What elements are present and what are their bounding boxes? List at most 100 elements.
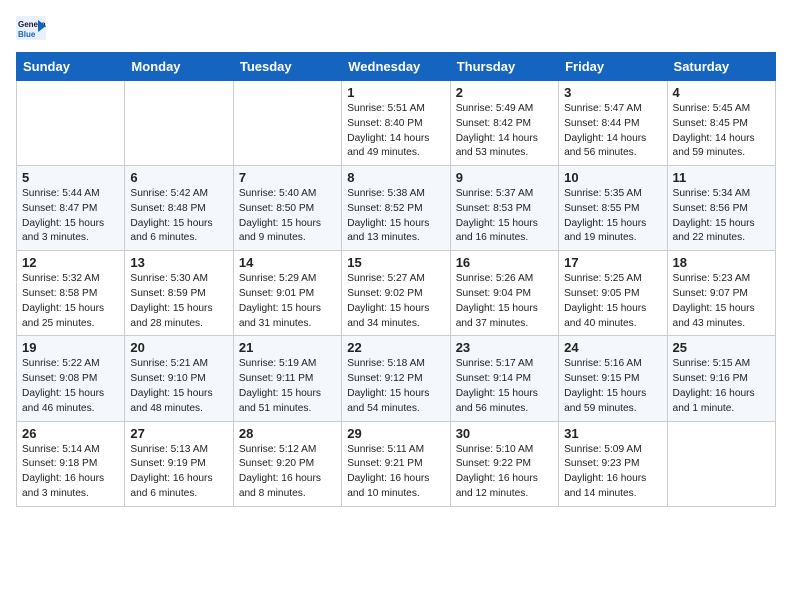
- day-info: Sunrise: 5:22 AM Sunset: 9:08 PM Dayligh…: [22, 357, 119, 416]
- weekday-header-wednesday: Wednesday: [342, 53, 450, 81]
- calendar-cell: 11 Sunrise: 5:34 AM Sunset: 8:56 PM Dayli…: [667, 166, 775, 251]
- calendar-cell: 4 Sunrise: 5:45 AM Sunset: 8:45 PM Daylig…: [667, 81, 775, 166]
- calendar-cell: 3 Sunrise: 5:47 AM Sunset: 8:44 PM Daylig…: [559, 81, 667, 166]
- weekday-header-tuesday: Tuesday: [233, 53, 341, 81]
- day-number: 11: [673, 170, 770, 185]
- day-info: Sunrise: 5:49 AM Sunset: 8:42 PM Dayligh…: [456, 102, 553, 161]
- day-info: Sunrise: 5:12 AM Sunset: 9:20 PM Dayligh…: [239, 443, 336, 502]
- day-info: Sunrise: 5:51 AM Sunset: 8:40 PM Dayligh…: [347, 102, 444, 161]
- day-number: 3: [564, 85, 661, 100]
- day-info: Sunrise: 5:32 AM Sunset: 8:58 PM Dayligh…: [22, 272, 119, 331]
- calendar-cell: 7 Sunrise: 5:40 AM Sunset: 8:50 PM Daylig…: [233, 166, 341, 251]
- day-info: Sunrise: 5:18 AM Sunset: 9:12 PM Dayligh…: [347, 357, 444, 416]
- day-info: Sunrise: 5:14 AM Sunset: 9:18 PM Dayligh…: [22, 443, 119, 502]
- day-info: Sunrise: 5:09 AM Sunset: 9:23 PM Dayligh…: [564, 443, 661, 502]
- day-info: Sunrise: 5:35 AM Sunset: 8:55 PM Dayligh…: [564, 187, 661, 246]
- day-number: 20: [130, 340, 227, 355]
- day-number: 28: [239, 426, 336, 441]
- calendar-cell: [125, 81, 233, 166]
- calendar-table: SundayMondayTuesdayWednesdayThursdayFrid…: [16, 52, 776, 507]
- calendar-week-3: 12 Sunrise: 5:32 AM Sunset: 8:58 PM Dayli…: [17, 251, 776, 336]
- calendar-cell: 26 Sunrise: 5:14 AM Sunset: 9:18 PM Dayli…: [17, 421, 125, 506]
- day-number: 27: [130, 426, 227, 441]
- day-number: 4: [673, 85, 770, 100]
- day-number: 8: [347, 170, 444, 185]
- calendar-cell: 19 Sunrise: 5:22 AM Sunset: 9:08 PM Dayli…: [17, 336, 125, 421]
- logo: General Blue: [16, 16, 50, 40]
- calendar-cell: 17Sunrise: 5:25 AM Sunset: 9:05 PM Dayli…: [559, 251, 667, 336]
- calendar-cell: 22 Sunrise: 5:18 AM Sunset: 9:12 PM Dayli…: [342, 336, 450, 421]
- day-number: 18: [673, 255, 770, 270]
- day-info: Sunrise: 5:40 AM Sunset: 8:50 PM Dayligh…: [239, 187, 336, 246]
- weekday-header-sunday: Sunday: [17, 53, 125, 81]
- day-number: 31: [564, 426, 661, 441]
- calendar-cell: 5Sunrise: 5:44 AM Sunset: 8:47 PM Daylig…: [17, 166, 125, 251]
- day-info: Sunrise: 5:37 AM Sunset: 8:53 PM Dayligh…: [456, 187, 553, 246]
- day-info: Sunrise: 5:19 AM Sunset: 9:11 PM Dayligh…: [239, 357, 336, 416]
- day-info: Sunrise: 5:16 AM Sunset: 9:15 PM Dayligh…: [564, 357, 661, 416]
- day-number: 22: [347, 340, 444, 355]
- day-number: 16: [456, 255, 553, 270]
- day-info: Sunrise: 5:11 AM Sunset: 9:21 PM Dayligh…: [347, 443, 444, 502]
- calendar-cell: 28 Sunrise: 5:12 AM Sunset: 9:20 PM Dayli…: [233, 421, 341, 506]
- calendar-cell: 24Sunrise: 5:16 AM Sunset: 9:15 PM Dayli…: [559, 336, 667, 421]
- day-info: Sunrise: 5:15 AM Sunset: 9:16 PM Dayligh…: [673, 357, 770, 416]
- calendar-cell: [17, 81, 125, 166]
- calendar-week-5: 26 Sunrise: 5:14 AM Sunset: 9:18 PM Dayli…: [17, 421, 776, 506]
- day-number: 6: [130, 170, 227, 185]
- page-header: General Blue: [16, 16, 776, 40]
- day-number: 30: [456, 426, 553, 441]
- day-info: Sunrise: 5:13 AM Sunset: 9:19 PM Dayligh…: [130, 443, 227, 502]
- calendar-cell: 8Sunrise: 5:38 AM Sunset: 8:52 PM Daylig…: [342, 166, 450, 251]
- weekday-header-friday: Friday: [559, 53, 667, 81]
- calendar-cell: 2 Sunrise: 5:49 AM Sunset: 8:42 PM Daylig…: [450, 81, 558, 166]
- day-info: Sunrise: 5:26 AM Sunset: 9:04 PM Dayligh…: [456, 272, 553, 331]
- day-info: Sunrise: 5:44 AM Sunset: 8:47 PM Dayligh…: [22, 187, 119, 246]
- day-number: 13: [130, 255, 227, 270]
- calendar-cell: [233, 81, 341, 166]
- day-info: Sunrise: 5:30 AM Sunset: 8:59 PM Dayligh…: [130, 272, 227, 331]
- calendar-cell: 9Sunrise: 5:37 AM Sunset: 8:53 PM Daylig…: [450, 166, 558, 251]
- calendar-cell: 15Sunrise: 5:27 AM Sunset: 9:02 PM Dayli…: [342, 251, 450, 336]
- calendar-cell: 1 Sunrise: 5:51 AM Sunset: 8:40 PM Daylig…: [342, 81, 450, 166]
- calendar-cell: 31 Sunrise: 5:09 AM Sunset: 9:23 PM Dayli…: [559, 421, 667, 506]
- calendar-cell: 10 Sunrise: 5:35 AM Sunset: 8:55 PM Dayli…: [559, 166, 667, 251]
- day-number: 10: [564, 170, 661, 185]
- weekday-header-thursday: Thursday: [450, 53, 558, 81]
- day-info: Sunrise: 5:47 AM Sunset: 8:44 PM Dayligh…: [564, 102, 661, 161]
- day-info: Sunrise: 5:34 AM Sunset: 8:56 PM Dayligh…: [673, 187, 770, 246]
- day-number: 29: [347, 426, 444, 441]
- day-number: 26: [22, 426, 119, 441]
- day-number: 1: [347, 85, 444, 100]
- day-info: Sunrise: 5:42 AM Sunset: 8:48 PM Dayligh…: [130, 187, 227, 246]
- day-info: Sunrise: 5:23 AM Sunset: 9:07 PM Dayligh…: [673, 272, 770, 331]
- day-info: Sunrise: 5:45 AM Sunset: 8:45 PM Dayligh…: [673, 102, 770, 161]
- calendar-cell: 27 Sunrise: 5:13 AM Sunset: 9:19 PM Dayli…: [125, 421, 233, 506]
- calendar-cell: 6 Sunrise: 5:42 AM Sunset: 8:48 PM Daylig…: [125, 166, 233, 251]
- calendar-cell: 13 Sunrise: 5:30 AM Sunset: 8:59 PM Dayli…: [125, 251, 233, 336]
- svg-text:Blue: Blue: [18, 30, 36, 39]
- calendar-cell: 18 Sunrise: 5:23 AM Sunset: 9:07 PM Dayli…: [667, 251, 775, 336]
- calendar-cell: 21 Sunrise: 5:19 AM Sunset: 9:11 PM Dayli…: [233, 336, 341, 421]
- calendar-cell: 25Sunrise: 5:15 AM Sunset: 9:16 PM Dayli…: [667, 336, 775, 421]
- day-number: 15: [347, 255, 444, 270]
- day-info: Sunrise: 5:25 AM Sunset: 9:05 PM Dayligh…: [564, 272, 661, 331]
- logo-icon: General Blue: [16, 16, 46, 40]
- day-number: 21: [239, 340, 336, 355]
- calendar-week-4: 19 Sunrise: 5:22 AM Sunset: 9:08 PM Dayli…: [17, 336, 776, 421]
- day-info: Sunrise: 5:21 AM Sunset: 9:10 PM Dayligh…: [130, 357, 227, 416]
- calendar-cell: 12 Sunrise: 5:32 AM Sunset: 8:58 PM Dayli…: [17, 251, 125, 336]
- calendar-cell: 16 Sunrise: 5:26 AM Sunset: 9:04 PM Dayli…: [450, 251, 558, 336]
- day-number: 19: [22, 340, 119, 355]
- calendar-cell: [667, 421, 775, 506]
- day-number: 12: [22, 255, 119, 270]
- day-number: 7: [239, 170, 336, 185]
- calendar-cell: 20 Sunrise: 5:21 AM Sunset: 9:10 PM Dayli…: [125, 336, 233, 421]
- day-info: Sunrise: 5:17 AM Sunset: 9:14 PM Dayligh…: [456, 357, 553, 416]
- weekday-header-saturday: Saturday: [667, 53, 775, 81]
- calendar-cell: 23Sunrise: 5:17 AM Sunset: 9:14 PM Dayli…: [450, 336, 558, 421]
- calendar-week-2: 5Sunrise: 5:44 AM Sunset: 8:47 PM Daylig…: [17, 166, 776, 251]
- day-number: 2: [456, 85, 553, 100]
- weekday-header-row: SundayMondayTuesdayWednesdayThursdayFrid…: [17, 53, 776, 81]
- day-info: Sunrise: 5:10 AM Sunset: 9:22 PM Dayligh…: [456, 443, 553, 502]
